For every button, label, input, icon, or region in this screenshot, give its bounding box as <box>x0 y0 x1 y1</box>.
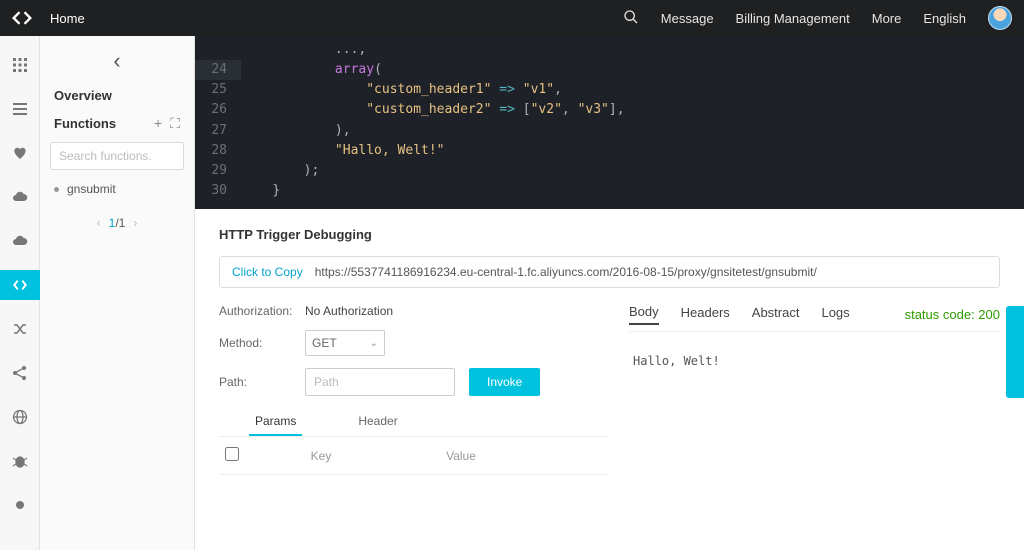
nav-language[interactable]: English <box>923 11 966 26</box>
invoke-button[interactable]: Invoke <box>469 368 540 396</box>
nav-dot-icon[interactable] <box>0 490 40 520</box>
tab-header[interactable]: Header <box>352 408 403 436</box>
expand-functions-icon[interactable]: ⛶ <box>170 115 180 132</box>
auth-value: No Authorization <box>305 304 393 318</box>
request-form: Authorization: No Authorization Method: … <box>219 304 609 475</box>
search-input[interactable] <box>50 142 184 170</box>
nav-shuffle-icon[interactable] <box>0 314 40 344</box>
home-link[interactable]: Home <box>50 11 85 26</box>
nav-globe-icon[interactable] <box>0 402 40 432</box>
copy-url-button[interactable]: Click to Copy <box>232 265 303 279</box>
icon-sidebar <box>0 36 40 550</box>
nav-list-icon[interactable] <box>0 94 40 124</box>
back-button[interactable]: ‹ <box>50 48 184 74</box>
code-editor[interactable]: ...,24 array(25 "custom_header1" => "v1"… <box>195 36 1024 209</box>
nav-share-icon[interactable] <box>0 358 40 388</box>
pager-prev-icon[interactable]: ‹ <box>97 216 101 230</box>
nav-cloud2-icon[interactable] <box>0 226 40 256</box>
response-body: Hallo, Welt! <box>629 332 1000 390</box>
trigger-url: https://5537741186916234.eu-central-1.fc… <box>315 265 817 279</box>
function-item-label: gnsubmit <box>67 182 116 196</box>
status-code: status code: 200 <box>905 307 1000 322</box>
search-icon[interactable] <box>623 9 639 28</box>
main-content: ...,24 array(25 "custom_header1" => "v1"… <box>195 36 1024 550</box>
trigger-url-box: Click to Copy https://5537741186916234.e… <box>219 256 1000 288</box>
sidebar: ‹ Overview Functions + ⛶ gnsubmit ‹ 1/1 … <box>40 36 195 550</box>
response-panel: Body Headers Abstract Logs status code: … <box>629 304 1000 475</box>
dot-icon <box>54 187 59 192</box>
nav-code-icon[interactable] <box>0 270 40 300</box>
pager: ‹ 1/1 › <box>50 216 184 230</box>
select-all-checkbox[interactable] <box>225 447 239 461</box>
params-table-header: Key Value <box>219 437 609 475</box>
function-item-gnsubmit[interactable]: gnsubmit <box>54 182 180 196</box>
auth-label: Authorization: <box>219 304 305 318</box>
add-function-icon[interactable]: + <box>154 115 162 132</box>
brand-logo <box>12 11 32 25</box>
nav-apps-icon[interactable] <box>0 50 40 80</box>
method-label: Method: <box>219 336 305 350</box>
nav-more[interactable]: More <box>872 11 902 26</box>
path-input[interactable] <box>305 368 455 396</box>
nav-heart-icon[interactable] <box>0 138 40 168</box>
resp-tab-logs[interactable]: Logs <box>821 305 849 324</box>
col-key: Key <box>251 449 391 463</box>
nav-message[interactable]: Message <box>661 11 714 26</box>
col-value: Value <box>391 449 531 463</box>
resp-tab-headers[interactable]: Headers <box>681 305 730 324</box>
sidebar-overview[interactable]: Overview <box>54 88 180 103</box>
chevron-down-icon: ⌄ <box>370 338 378 349</box>
resp-tab-body[interactable]: Body <box>629 304 659 325</box>
nav-bug-icon[interactable] <box>0 446 40 476</box>
contact-us-tab[interactable] <box>1006 306 1024 398</box>
tab-params[interactable]: Params <box>249 408 302 436</box>
pager-next-icon[interactable]: › <box>133 216 137 230</box>
sidebar-functions-label[interactable]: Functions <box>54 116 116 131</box>
resp-tab-abstract[interactable]: Abstract <box>752 305 800 324</box>
nav-billing[interactable]: Billing Management <box>736 11 850 26</box>
panel-title: HTTP Trigger Debugging <box>219 227 1000 242</box>
path-label: Path: <box>219 375 305 389</box>
topbar: Home Message Billing Management More Eng… <box>0 0 1024 36</box>
avatar[interactable] <box>988 6 1012 30</box>
nav-cloud-icon[interactable] <box>0 182 40 212</box>
method-select[interactable]: GET ⌄ <box>305 330 385 356</box>
